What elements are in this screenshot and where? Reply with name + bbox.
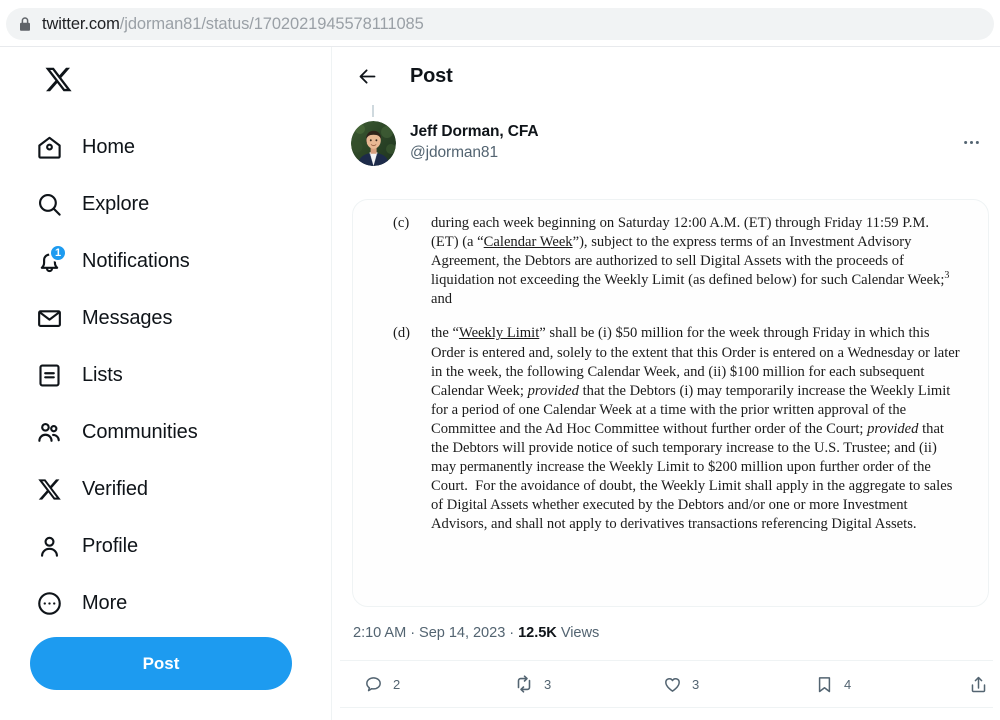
meta-sep-1: ·: [406, 625, 420, 641]
post-actions: 2 3 3 4: [340, 660, 993, 708]
person-icon: [34, 532, 64, 562]
repost-button[interactable]: 3: [513, 673, 551, 695]
sidebar-item-label: Explore: [82, 193, 150, 215]
sidebar-item-lists[interactable]: Lists: [0, 347, 332, 404]
page-title: Post: [410, 64, 453, 87]
sidebar-item-label: More: [82, 592, 128, 614]
list-icon: [34, 361, 64, 391]
views-count: 12.5K: [518, 625, 557, 641]
column-header: Post: [333, 47, 1000, 105]
views-label: Views: [560, 625, 600, 641]
post-button[interactable]: Post: [30, 637, 292, 690]
page-content: Home Explore 1 Notifications Messages Li…: [0, 47, 1000, 720]
retweet-icon: [513, 673, 535, 695]
search-icon: [34, 190, 64, 220]
sidebar-item-label: Verified: [82, 478, 148, 500]
author-handle: @jdorman81: [410, 144, 498, 161]
url-text: twitter.com/jdorman81/status/17020219455…: [42, 15, 424, 34]
sidebar-item-label: Profile: [82, 535, 138, 557]
avatar[interactable]: [351, 121, 396, 166]
browser-chrome: twitter.com/jdorman81/status/17020219455…: [0, 0, 1000, 47]
sidebar-item-label: Communities: [82, 421, 198, 443]
url-host: twitter.com: [42, 14, 120, 33]
repost-count: 3: [544, 676, 552, 692]
sidebar-item-label: Home: [82, 136, 135, 158]
post-detail-column: Post Jeff Dorman, CFA @jdorman81 (c) dur…: [333, 47, 1000, 720]
paragraph-body: the “Weekly Limit” shall be (i) $50 mill…: [431, 325, 960, 533]
heart-icon: [661, 673, 683, 695]
back-arrow-icon[interactable]: [350, 59, 384, 93]
bell-icon: 1: [34, 243, 67, 277]
post-time: 2:10 AM: [353, 625, 407, 641]
like-count: 3: [692, 676, 700, 692]
notification-badge: 1: [49, 243, 67, 262]
more-circle-icon: [34, 589, 64, 619]
author-identity[interactable]: Jeff Dorman, CFA @jdorman81: [410, 121, 539, 163]
home-icon: [34, 133, 64, 163]
reply-icon: [362, 673, 384, 695]
sidebar-item-verified[interactable]: Verified: [0, 461, 332, 518]
sidebar-item-home[interactable]: Home: [0, 119, 332, 176]
paragraph-marker: (d): [393, 325, 411, 342]
meta-sep-2: ·: [505, 625, 519, 641]
post-media-document-image[interactable]: (c) during each week beginning on Saturd…: [352, 199, 989, 607]
sidebar-item-profile[interactable]: Profile: [0, 518, 332, 575]
post-meta: 2:10 AM · Sep 14, 2023 · 12.5K Views: [353, 625, 599, 641]
sidebar-item-notifications[interactable]: 1 Notifications: [0, 233, 332, 290]
lock-icon: [18, 16, 32, 32]
bookmark-icon: [813, 673, 835, 695]
url-path: /jdorman81/status/1702021945578111085: [119, 14, 424, 33]
sidebar-nav: Home Explore 1 Notifications Messages Li…: [0, 119, 332, 632]
share-icon: [967, 673, 989, 695]
sidebar-item-more[interactable]: More: [0, 575, 332, 632]
sidebar-item-communities[interactable]: Communities: [0, 404, 332, 461]
bookmark-button[interactable]: 4: [813, 673, 851, 695]
x-badge-icon: [34, 475, 64, 505]
paragraph-body: during each week beginning on Saturday 1…: [431, 215, 950, 308]
author-display-name: Jeff Dorman, CFA: [410, 123, 539, 140]
document-paragraph: (c) during each week beginning on Saturd…: [381, 214, 960, 309]
post-date: Sep 14, 2023: [419, 625, 506, 641]
paragraph-marker: (c): [393, 215, 410, 231]
address-bar[interactable]: twitter.com/jdorman81/status/17020219455…: [6, 8, 994, 40]
like-button[interactable]: 3: [661, 673, 699, 695]
document-paragraph: (d) the “Weekly Limit” shall be (i) $50 …: [381, 324, 960, 534]
author-row: Jeff Dorman, CFA @jdorman81: [333, 105, 1000, 171]
envelope-icon: [34, 304, 64, 334]
bookmark-count: 4: [844, 676, 852, 692]
share-button[interactable]: [967, 673, 989, 695]
thread-connector-line: [372, 105, 374, 117]
x-logo-icon[interactable]: [38, 59, 78, 99]
reply-button[interactable]: 2: [362, 673, 400, 695]
sidebar-item-label: Notifications: [82, 250, 190, 272]
people-icon: [34, 418, 64, 448]
document-text: (c) during each week beginning on Saturd…: [353, 200, 988, 606]
sidebar-item-messages[interactable]: Messages: [0, 290, 332, 347]
reply-count: 2: [393, 676, 401, 692]
sidebar: Home Explore 1 Notifications Messages Li…: [0, 47, 332, 720]
more-horizontal-icon[interactable]: [954, 125, 989, 160]
sidebar-item-label: Messages: [82, 307, 173, 329]
sidebar-item-label: Lists: [82, 364, 123, 386]
sidebar-item-explore[interactable]: Explore: [0, 176, 332, 233]
